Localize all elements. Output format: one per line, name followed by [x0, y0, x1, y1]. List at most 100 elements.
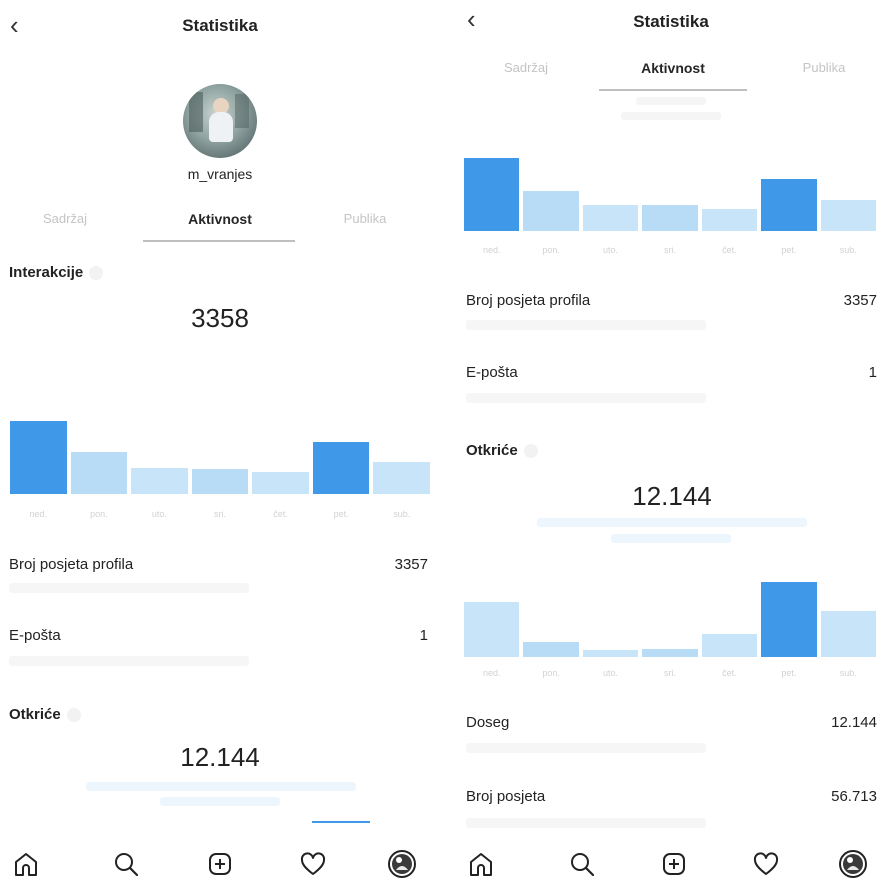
discovery-caption-line-1 [86, 782, 356, 791]
discovery-caption-line-2 [611, 534, 731, 543]
reach-value: 12.144 [831, 714, 877, 731]
interactions-heading-text: Interakcije [9, 264, 84, 281]
back-chevron-icon[interactable]: ‹ [467, 6, 476, 32]
info-icon[interactable] [523, 444, 538, 459]
active-tab-underline [599, 89, 747, 91]
day-label: uto. [603, 668, 619, 678]
username: m_vranjes [187, 166, 253, 182]
day-label: pon. [542, 668, 560, 678]
impressions-label: Broj posjeta [466, 788, 546, 805]
profile-visits-sub [466, 320, 706, 330]
page-title: Statistika [633, 12, 709, 31]
day-label: ned. [482, 245, 501, 255]
interactions-caption [60, 338, 380, 353]
section-discovery-heading: Otkriće [9, 706, 81, 723]
day-label: pet. [333, 509, 349, 519]
activity-bar-chart [464, 158, 876, 231]
chart-bar [761, 582, 817, 657]
search-icon[interactable] [566, 848, 598, 880]
discovery-total: 12.144 [180, 742, 260, 772]
discovery-total: 12.144 [632, 481, 712, 511]
day-label: pon. [90, 509, 108, 519]
chart-bar [523, 190, 579, 231]
info-icon[interactable] [66, 708, 81, 723]
chart-bar [464, 158, 520, 231]
activity-heart-icon[interactable] [297, 848, 329, 880]
chart-bar [582, 204, 639, 231]
tab-content[interactable]: Sadržaj [471, 60, 581, 75]
profile-visits-value: 3357 [394, 556, 428, 573]
day-label: pet. [781, 668, 797, 678]
home-icon[interactable] [10, 848, 42, 880]
day-label: sri. [213, 509, 226, 519]
day-label: pon. [542, 245, 560, 255]
tab-content[interactable]: Sadržaj [10, 211, 120, 226]
interactions-day-labels: ned. pon. uto. sri. čet. pet. sub. [10, 509, 430, 523]
day-label: sub. [839, 245, 857, 255]
profile-avatar[interactable] [183, 84, 257, 158]
back-chevron-icon[interactable]: ‹ [10, 12, 19, 38]
left-screen: ‹ Statistika m_vranjes Sadržaj Aktivnost… [0, 0, 440, 892]
chart-bar [373, 461, 430, 494]
profile-avatar-icon[interactable] [386, 848, 418, 880]
tab-audience[interactable]: Publika [310, 211, 420, 226]
day-label: uto. [603, 245, 619, 255]
tab-audience[interactable]: Publika [769, 60, 879, 75]
tab-activity[interactable]: Aktivnost [608, 60, 738, 76]
chart-bar [464, 601, 520, 657]
new-post-icon[interactable] [658, 848, 690, 880]
email-value: 1 [868, 364, 877, 381]
activity-day-labels: ned. pon. uto. sri. čet. pet. sub. [464, 245, 876, 259]
discovery-bar-chart [464, 582, 876, 657]
chart-bar [131, 467, 188, 494]
day-label: ned. [29, 509, 48, 519]
discovery-heading-text: Otkriće [466, 442, 518, 459]
day-label: ned. [482, 668, 501, 678]
reach-label: Doseg [466, 714, 510, 731]
chart-bar [761, 179, 817, 231]
chart-bar [820, 200, 876, 231]
discovery-heading-text: Otkriće [9, 706, 61, 723]
chart-bar [820, 611, 876, 657]
chart-bar [642, 648, 698, 657]
day-label: čet. [273, 509, 288, 519]
day-label: čet. [722, 245, 737, 255]
chart-bar [312, 442, 370, 494]
chart-bar [191, 469, 249, 494]
chart-bar [701, 209, 758, 231]
email-label: E-pošta [466, 364, 518, 381]
email-sub [466, 393, 706, 403]
info-icon[interactable] [89, 266, 104, 281]
active-tab-underline [143, 240, 295, 242]
profile-visits-label: Broj posjeta profila [466, 292, 591, 309]
day-label: uto. [151, 509, 167, 519]
discovery-caption-line-1 [537, 518, 807, 527]
chart-bar [582, 649, 639, 657]
impressions-sub [466, 818, 706, 828]
home-icon[interactable] [465, 848, 497, 880]
chart-bar [70, 451, 128, 494]
chart-bar [642, 204, 698, 231]
chart-bar [701, 633, 758, 657]
day-label: sub. [839, 668, 857, 678]
day-label: pet. [781, 245, 797, 255]
search-icon[interactable] [110, 848, 142, 880]
day-label: sub. [393, 509, 411, 519]
email-label: E-pošta [9, 627, 61, 644]
impressions-value: 56.713 [831, 788, 877, 805]
profile-visits-value: 3357 [843, 292, 877, 309]
day-label: čet. [722, 668, 737, 678]
interactions-total: 3358 [191, 303, 249, 333]
right-screen: ‹ Statistika Sadržaj Aktivnost Publika n… [441, 0, 881, 892]
page-title: Statistika [182, 16, 258, 35]
scroll-indicator [312, 821, 370, 823]
profile-avatar-icon[interactable] [837, 848, 869, 880]
interactions-bar-chart [10, 421, 430, 494]
chart-bar [523, 642, 579, 657]
tab-activity[interactable]: Aktivnost [155, 211, 285, 227]
chart-bar [10, 421, 67, 494]
chart-bar [252, 472, 309, 494]
activity-heart-icon[interactable] [750, 848, 782, 880]
new-post-icon[interactable] [204, 848, 236, 880]
day-label: sri. [663, 668, 676, 678]
